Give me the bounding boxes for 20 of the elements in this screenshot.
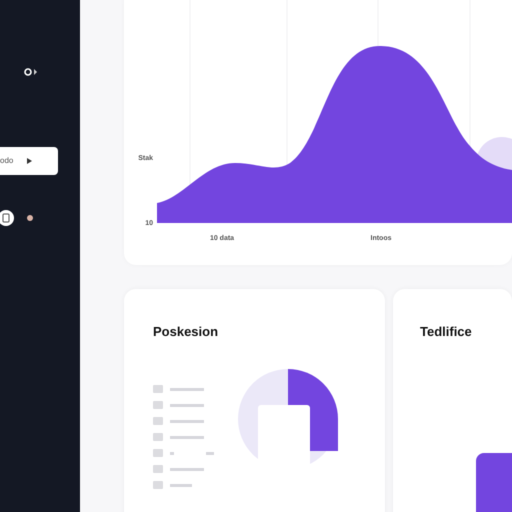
- legend-swatch: [153, 401, 163, 409]
- logo-icon: [24, 68, 38, 76]
- document-icon[interactable]: [0, 210, 14, 226]
- legend-line: [170, 468, 204, 470]
- legend-swatch: [153, 385, 163, 393]
- legend-line: [170, 404, 204, 406]
- legend-swatch: [153, 465, 163, 473]
- legend-swatch: [153, 433, 163, 441]
- legend-line: [170, 484, 192, 486]
- nav-button[interactable]: odo: [0, 147, 58, 175]
- legend-swatch: [153, 417, 163, 425]
- legend-line: [170, 436, 204, 438]
- caret-icon: [27, 158, 32, 164]
- legend-swatch: [153, 449, 163, 457]
- legend-swatch: [153, 481, 163, 489]
- status-dot-icon: [27, 215, 33, 221]
- card-title: Poskesion: [153, 323, 218, 341]
- legend-line: [170, 388, 204, 390]
- legend-line: [170, 420, 204, 422]
- card-title: Tedlifice: [420, 323, 472, 341]
